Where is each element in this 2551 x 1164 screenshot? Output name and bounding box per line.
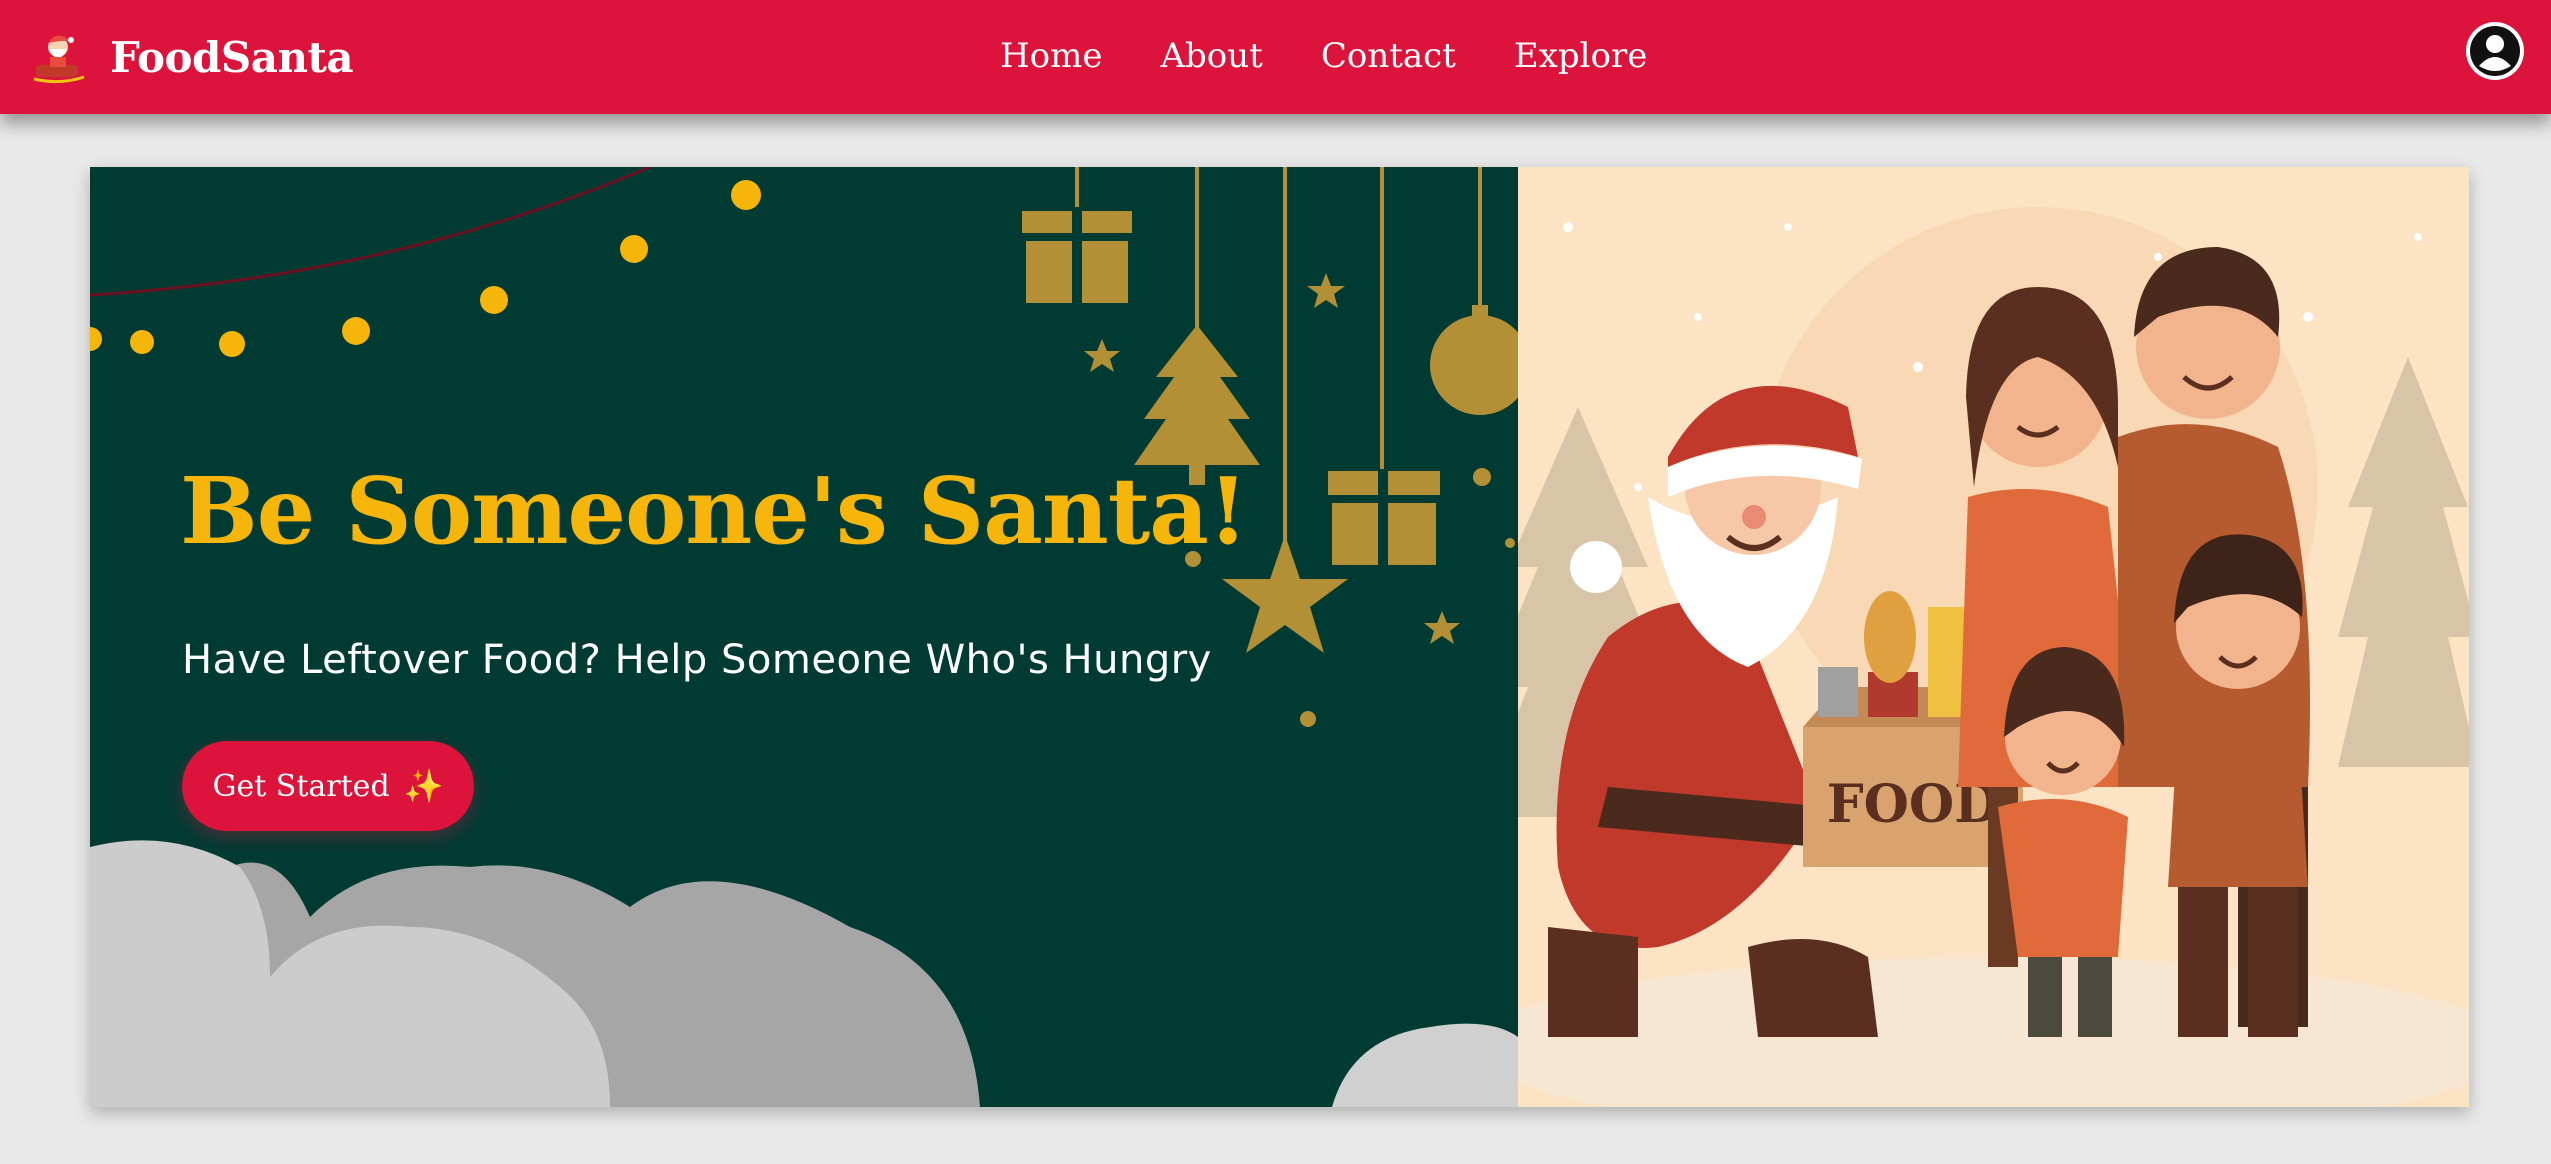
small-star bbox=[1424, 611, 1460, 644]
hero-subtitle: Have Leftover Food? Help Someone Who's H… bbox=[182, 637, 1212, 683]
get-started-label: Get Started bbox=[212, 768, 390, 804]
small-star bbox=[1307, 273, 1345, 308]
nav-link-about[interactable]: About bbox=[1160, 30, 1262, 82]
hero-text-panel: Be Someone's Santa! Have Leftover Food? … bbox=[90, 167, 1518, 1107]
small-star bbox=[1084, 339, 1120, 372]
light-bulb bbox=[342, 317, 370, 345]
nav-links: Home About Contact Explore bbox=[1000, 30, 1647, 82]
bauble-ornament bbox=[1430, 167, 1518, 415]
hero-illustration: FOOD bbox=[1518, 167, 2469, 1107]
nav-link-contact[interactable]: Contact bbox=[1321, 30, 1456, 82]
gift-ornament bbox=[1022, 167, 1132, 303]
brand[interactable]: FoodSanta bbox=[30, 24, 354, 90]
light-bulb bbox=[90, 327, 102, 351]
nav-link-home[interactable]: Home bbox=[1000, 30, 1102, 82]
hero-title: Be Someone's Santa! bbox=[180, 457, 1248, 565]
light-bulb bbox=[731, 180, 761, 210]
gift-ornament bbox=[1328, 167, 1440, 565]
nav-link-explore[interactable]: Explore bbox=[1514, 30, 1647, 82]
dot bbox=[1300, 711, 1316, 727]
tree-ornament bbox=[1134, 167, 1260, 485]
light-bulb bbox=[219, 331, 245, 357]
brand-name: FoodSanta bbox=[110, 32, 354, 82]
light-bulb bbox=[620, 235, 648, 263]
pine-tree bbox=[2338, 357, 2469, 767]
light-bulb bbox=[130, 330, 154, 354]
sparkles-icon: ✨ bbox=[403, 767, 444, 805]
santa-sleigh-icon bbox=[33, 35, 85, 84]
get-started-button[interactable]: Get Started ✨ bbox=[182, 741, 474, 831]
hero-banner: Be Someone's Santa! Have Leftover Food? … bbox=[90, 167, 2469, 1107]
navbar: FoodSanta Home About Contact Explore bbox=[0, 0, 2551, 114]
santa-family-illustration: FOOD bbox=[1518, 207, 2469, 1107]
dot bbox=[1505, 538, 1515, 548]
user-circle-icon[interactable] bbox=[2464, 20, 2526, 82]
dot bbox=[1473, 468, 1491, 486]
cloud-corner bbox=[1332, 1023, 1518, 1107]
light-bulb bbox=[480, 286, 508, 314]
